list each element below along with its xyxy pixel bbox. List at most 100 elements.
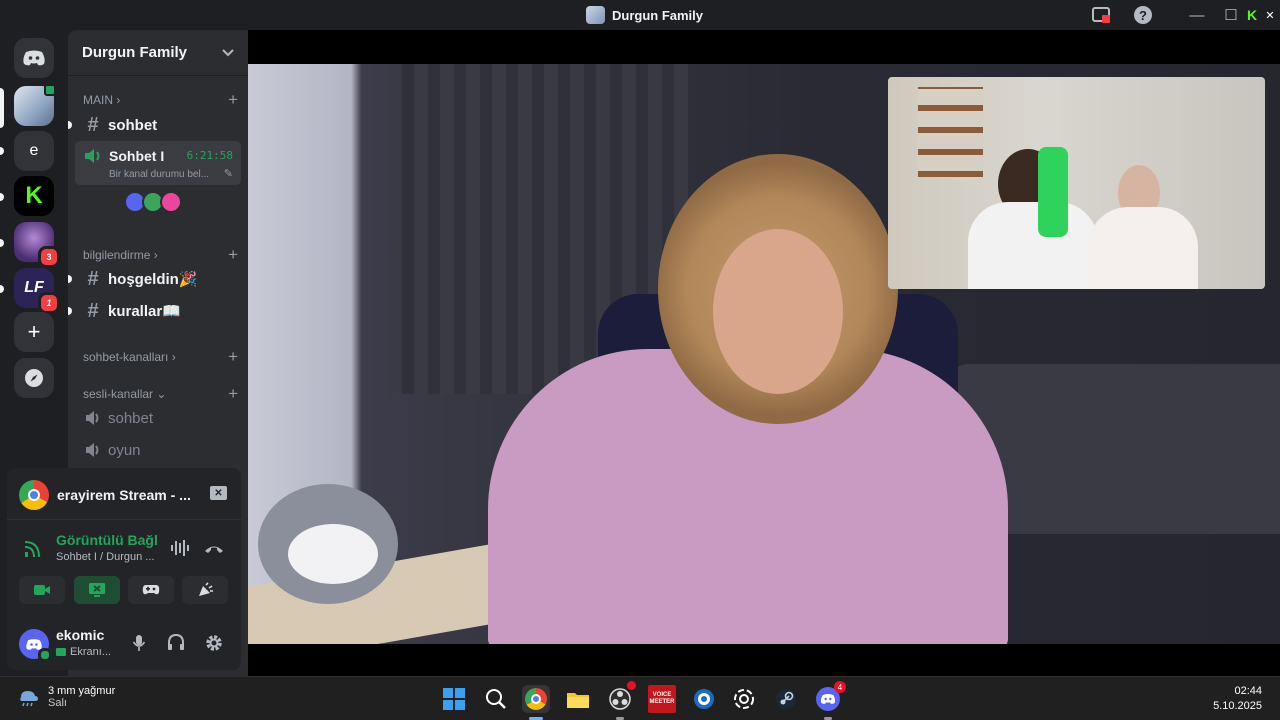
server-header[interactable]: Durgun Family (68, 30, 248, 76)
voice-members (124, 191, 182, 213)
category-sohbet-kanallari[interactable]: sohbet-kanalları › + (83, 347, 238, 367)
screen-icon (56, 648, 66, 656)
close-button[interactable]: ✕ (1262, 5, 1278, 25)
stream-panel[interactable]: erayirem Stream - ... ✕ (7, 468, 241, 520)
screen-share-button[interactable] (74, 576, 120, 604)
voice-channel-oyun[interactable]: oyun (76, 435, 240, 465)
voicemeeter-icon[interactable]: VOICE MEETER (648, 685, 676, 713)
character-server-icon[interactable]: 3 (14, 222, 60, 268)
rain-cloud-icon (20, 691, 38, 707)
help-icon[interactable]: ? (1132, 5, 1154, 25)
server-e-icon[interactable]: e (14, 131, 54, 171)
stream-view[interactable] (248, 30, 1280, 676)
server-durgun-family-icon[interactable] (14, 84, 56, 126)
stream-video[interactable] (248, 64, 1280, 644)
search-icon[interactable] (482, 685, 510, 713)
chatgpt-icon[interactable] (730, 685, 758, 713)
headphones-icon[interactable] (167, 634, 185, 652)
connection-status[interactable]: Görüntülü Bağl (56, 532, 158, 548)
microphone-icon[interactable] (132, 634, 146, 652)
server-name: Durgun Family (82, 44, 188, 61)
weather-temp: 3 mm yağmur (48, 685, 116, 697)
inbox-icon[interactable] (1090, 5, 1112, 25)
notification-badge: 4 (834, 681, 846, 693)
app-circle-icon[interactable] (690, 685, 718, 713)
disconnect-icon[interactable] (203, 542, 225, 556)
text-channel-icon: # (87, 299, 99, 322)
category-sesli-kanallar[interactable]: sesli-kanallar ⌄ + (83, 384, 238, 404)
username[interactable]: ekomic (56, 627, 104, 643)
signal-icon (24, 541, 40, 558)
minimize-button[interactable]: — (1186, 5, 1208, 25)
lf-logo-icon[interactable]: LF 1 (14, 268, 60, 314)
mention-badge: 3 (38, 246, 60, 268)
person-face (713, 229, 843, 394)
add-channel-icon[interactable]: + (228, 347, 238, 367)
weather-day: Salı (48, 697, 67, 709)
add-channel-icon[interactable]: + (228, 245, 238, 265)
channel-kurallar[interactable]: # kurallar📖 (68, 296, 240, 326)
chrome-icon (19, 480, 49, 510)
steam-icon[interactable] (772, 685, 800, 713)
speaker-icon (86, 411, 99, 425)
activities-button[interactable] (128, 576, 174, 604)
camera-button[interactable] (19, 576, 65, 604)
speaker-icon (85, 149, 100, 163)
category-main[interactable]: MAIN › + (83, 90, 238, 110)
avatar[interactable] (160, 191, 182, 213)
unread-pill (0, 285, 4, 293)
title-bar: Durgun Family ? — ☐ K ✕ (0, 0, 1280, 30)
camera-icon (34, 585, 50, 595)
connection-location[interactable]: Sohbet I / Durgun ... (56, 551, 154, 563)
weather-widget[interactable]: 3 mm yağmur Salı (16, 685, 115, 709)
add-channel-icon[interactable]: + (228, 90, 238, 110)
file-explorer-icon[interactable] (564, 685, 592, 713)
edit-pencil-icon[interactable]: ✎ (224, 167, 233, 180)
channel-sohbet[interactable]: # sohbet (68, 110, 240, 140)
chevron-down-icon (222, 48, 234, 56)
voice-channel-status: Bir kanal durumu bel... (109, 169, 210, 180)
voice-timer: 6:21:58 (186, 149, 233, 162)
unread-pill (0, 147, 4, 155)
maximize-button[interactable]: ☐ (1220, 5, 1242, 25)
unread-pill (68, 121, 72, 129)
windows-taskbar: 3 mm yağmur Salı VOICE MEETER 4 02:44 5.… (0, 676, 1280, 720)
avatar[interactable] (19, 629, 52, 662)
voice-channel-active[interactable]: Sohbet I 6:21:58 Bir kanal durumu bel...… (75, 141, 241, 185)
unread-pill (68, 307, 72, 315)
obs-icon[interactable] (606, 681, 636, 720)
soundboard-button[interactable] (182, 576, 228, 604)
kick-logo-icon[interactable]: K (14, 176, 54, 216)
add-server-icon[interactable]: + (14, 312, 54, 352)
green-chair (1038, 147, 1068, 237)
window-title: Durgun Family (586, 6, 703, 24)
stop-stream-icon[interactable]: ✕ (210, 486, 227, 500)
system-clock[interactable]: 02:44 5.10.2025 (1213, 685, 1262, 712)
unread-pill (0, 193, 4, 201)
channel-hosgeldin[interactable]: # hoşgeldin🎉 (68, 264, 240, 294)
noise-suppression-icon[interactable] (169, 539, 189, 557)
user-panel: erayirem Stream - ... ✕ Görüntülü Bağl S… (7, 468, 241, 670)
clock-time: 02:44 (1234, 685, 1262, 697)
explore-compass-icon[interactable] (14, 358, 54, 398)
add-channel-icon[interactable]: + (228, 384, 238, 404)
svg-text:?: ? (1139, 8, 1147, 23)
discord-home-icon[interactable] (14, 38, 54, 78)
discord-icon[interactable]: 4 (814, 681, 846, 720)
selected-pill (0, 88, 4, 128)
settings-gear-icon[interactable] (205, 634, 223, 652)
plush-toy (258, 484, 398, 604)
gamepad-icon (142, 585, 160, 595)
user-status[interactable]: Ekranı... (56, 646, 111, 658)
chrome-icon[interactable] (522, 685, 550, 720)
live-indicator-icon (44, 84, 56, 96)
online-status-icon (38, 648, 52, 662)
unread-pill (68, 275, 72, 283)
voice-channel-sohbet[interactable]: sohbet (76, 403, 240, 433)
speaker-icon (86, 443, 99, 457)
streamer-body-1 (968, 202, 1098, 289)
screen-share-icon (89, 583, 105, 597)
category-bilgilendirme[interactable]: bilgilendirme › + (83, 245, 238, 265)
windows-start-icon[interactable] (440, 685, 468, 713)
soundboard-icon (199, 582, 213, 596)
